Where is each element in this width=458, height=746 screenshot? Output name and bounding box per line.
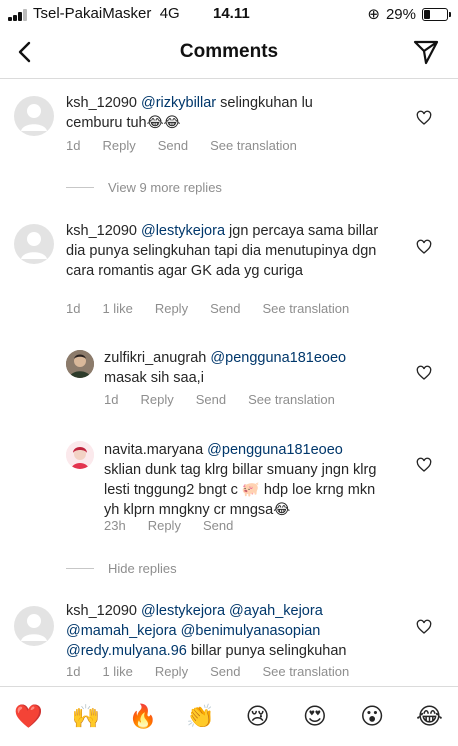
comment-time: 1d [66,138,81,153]
hide-replies-label: Hide replies [108,561,177,576]
status-bar: Tsel-PakaiMasker 4G 14.11 ⊕ 29% [0,0,458,28]
see-translation-button[interactable]: See translation [262,301,349,316]
heart-outline-icon[interactable] [416,239,432,255]
emoji-heart-eyes[interactable]: 😍 [297,703,333,730]
mention-link[interactable]: @lestykejora [141,223,225,239]
network-label: 4G [159,5,180,22]
emoji-reaction-bar: ❤️ 🙌 🔥 👏 😢 😍 😮 😂 [0,686,458,746]
see-translation-button[interactable]: See translation [210,138,297,153]
emoji-heart[interactable]: ❤️ [11,703,47,730]
reply-username[interactable]: navita.maryana [104,442,203,458]
send-button[interactable]: Send [158,138,188,153]
heart-outline-icon[interactable] [416,457,432,473]
comment-username[interactable]: ksh_12090 [66,95,137,111]
mention-link[interactable]: @pengguna181eoeo [210,350,346,366]
emoji-laughing[interactable]: 😂 [411,703,447,730]
mention-link[interactable]: @ayah_kejora [229,603,323,619]
emoji-fire[interactable]: 🔥 [125,703,161,730]
reply-time: 1d [104,392,119,407]
see-translation-button[interactable]: See translation [262,664,349,679]
comment-text: billar punya selingkuhan [186,643,347,659]
like-count[interactable]: 1 like [102,301,132,316]
heart-outline-icon[interactable] [416,365,432,381]
avatar[interactable] [66,441,94,469]
reply-time: 23h [104,518,126,533]
mention-link[interactable]: @pengguna181eoeo [207,442,343,458]
hide-replies[interactable]: Hide replies [66,561,177,576]
mention-link[interactable]: @redy.mulyana.96 [66,643,187,659]
reply-text: masak sih saa,i [104,370,204,386]
like-count[interactable]: 1 like [102,664,132,679]
mention-link[interactable]: @benimulyanasopian [181,623,321,639]
reply-button[interactable]: Reply [155,664,188,679]
clock: 14.11 [213,5,250,22]
comment-username[interactable]: ksh_12090 [66,223,137,239]
emoji-crying[interactable]: 😢 [240,703,276,730]
reply-button[interactable]: Reply [102,138,135,153]
mention-link[interactable]: @rizkybillar [141,95,216,111]
send-button[interactable]: Send [210,664,240,679]
reply-button[interactable]: Reply [155,301,188,316]
comment-username[interactable]: ksh_12090 [66,603,137,619]
emoji-clapping[interactable]: 👏 [182,703,218,730]
avatar[interactable] [14,606,54,646]
see-translation-button[interactable]: See translation [248,392,335,407]
view-more-replies[interactable]: View 9 more replies [66,180,222,195]
paper-plane-icon[interactable] [412,38,440,66]
battery-percent: 29% [385,5,416,23]
reply-text: sklian dunk tag klrg billar smuany jngn … [104,462,377,518]
avatar[interactable] [66,350,94,378]
heart-outline-icon[interactable] [416,110,432,126]
reply-username[interactable]: zulfikri_anugrah [104,350,206,366]
view-more-label: View 9 more replies [108,180,222,195]
mention-link[interactable]: @mamah_kejora [66,623,177,639]
comment-time: 1d [66,301,81,316]
heart-outline-icon[interactable] [416,619,432,635]
battery-icon [422,7,451,21]
avatar[interactable] [14,224,54,264]
signal-icon [8,9,30,21]
orientation-lock-icon: ⊕ [367,6,380,23]
reply-button[interactable]: Reply [148,518,181,533]
send-button[interactable]: Send [203,518,233,533]
emoji-surprised[interactable]: 😮 [354,703,390,730]
send-button[interactable]: Send [196,392,226,407]
send-button[interactable]: Send [210,301,240,316]
avatar[interactable] [14,96,54,136]
reply-button[interactable]: Reply [140,392,173,407]
comment-time: 1d [66,664,81,679]
carrier-label: Tsel-PakaiMasker 4G [33,5,180,22]
emoji-raised-hands[interactable]: 🙌 [68,703,104,730]
page-title: Comments [179,41,279,62]
mention-link[interactable]: @lestykejora [141,603,225,619]
comments-header: Comments [0,28,458,79]
